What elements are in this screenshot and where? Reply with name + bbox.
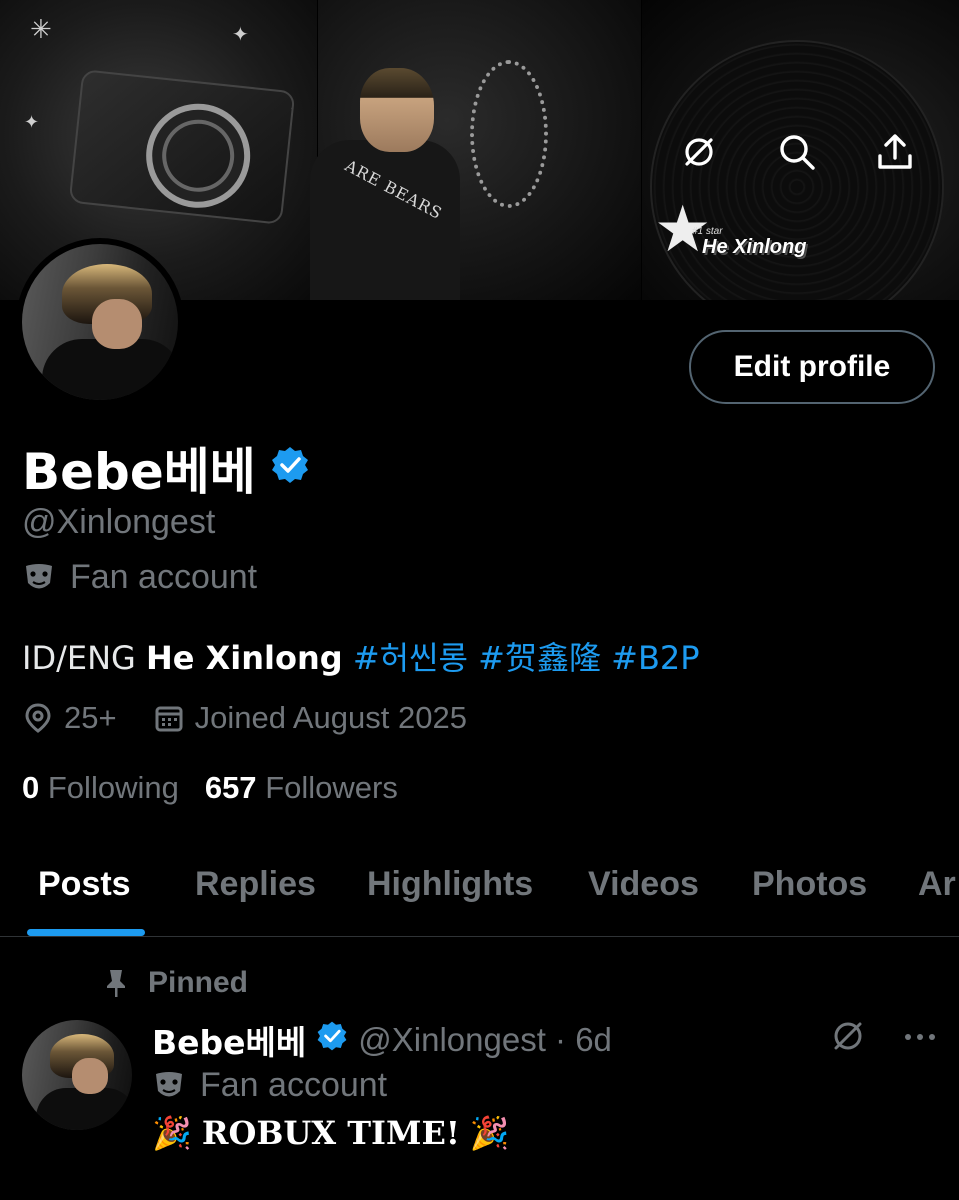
bio-prefix: ID/ENG xyxy=(22,639,146,677)
follow-stats: 0 Following 657 Followers xyxy=(22,770,398,806)
verified-badge-icon xyxy=(316,1020,348,1060)
avatar-image xyxy=(22,244,178,400)
banner-actions xyxy=(675,128,919,176)
theater-mask-icon xyxy=(152,1069,186,1103)
joined-item: Joined August 2025 xyxy=(153,700,467,736)
post-text: 🎉 ROBUX TIME! 🎉 xyxy=(152,1114,510,1152)
tab-articles[interactable]: Ar xyxy=(918,865,956,904)
tab-photos[interactable]: Photos xyxy=(752,865,867,904)
chain-image xyxy=(470,60,548,208)
joined-text: Joined August 2025 xyxy=(194,700,467,735)
sparkle-icon: ✳ xyxy=(30,14,52,44)
pinned-indicator: Pinned xyxy=(100,966,248,1000)
search-icon[interactable] xyxy=(773,128,821,176)
post-handle-time: @Xinlongest · 6d xyxy=(358,1021,612,1058)
followers-label: Followers xyxy=(265,770,398,805)
post-category-label: Fan account xyxy=(200,1066,388,1104)
post-author-name[interactable]: Bebe베베 xyxy=(152,1016,306,1064)
following-count: 0 xyxy=(22,770,40,805)
sticker-name-text: He Xinlong xyxy=(702,236,807,258)
display-name-row: Bebe베베 xyxy=(22,432,310,504)
profile-category: Fan account xyxy=(22,558,257,597)
profile-meta: 25+ Joined August 2025 xyxy=(22,700,489,736)
camera-image xyxy=(68,69,296,225)
grok-icon[interactable] xyxy=(675,128,723,176)
tabs-divider xyxy=(0,936,959,937)
location-pin-icon xyxy=(25,703,51,733)
he-xinlong-sticker: ★ #1 star He Xinlong xyxy=(652,193,822,280)
person-image: ARE BEARS xyxy=(300,40,500,300)
location-item: 25+ xyxy=(22,700,117,736)
following-label: Following xyxy=(47,770,179,805)
party-popper-icon: 🎉 xyxy=(152,1114,192,1152)
profile-avatar[interactable] xyxy=(16,238,184,406)
bio-hashtags[interactable]: #허씬롱 #贺鑫隆 #B2P xyxy=(343,639,700,677)
grok-icon[interactable] xyxy=(830,1018,866,1059)
theater-mask-icon xyxy=(22,561,56,595)
bio-bold-name: He Xinlong xyxy=(145,639,343,677)
tab-highlights[interactable]: Highlights xyxy=(367,865,533,904)
edit-profile-button[interactable]: Edit profile xyxy=(689,330,935,404)
followers-count: 657 xyxy=(204,770,257,805)
post-body: ROBUX TIME! xyxy=(201,1114,460,1152)
pinned-label: Pinned xyxy=(148,966,249,999)
share-icon[interactable] xyxy=(871,128,919,176)
location-text: 25+ xyxy=(64,700,117,735)
category-label: Fan account xyxy=(70,558,258,596)
more-options-icon[interactable] xyxy=(902,1030,938,1048)
profile-handle: @Xinlongest xyxy=(22,503,216,541)
post-actions xyxy=(830,1018,938,1059)
verified-badge-icon xyxy=(270,439,310,497)
party-popper-icon: 🎉 xyxy=(469,1114,510,1152)
tab-replies[interactable]: Replies xyxy=(195,865,316,904)
followers-link[interactable]: 657 Followers xyxy=(205,770,398,806)
active-tab-indicator xyxy=(27,929,145,936)
profile-bio: ID/ENG He Xinlong #허씬롱 #贺鑫隆 #B2P xyxy=(22,633,700,679)
tab-posts[interactable]: Posts xyxy=(38,865,131,904)
following-link[interactable]: 0 Following xyxy=(22,770,179,806)
pin-icon xyxy=(107,970,125,997)
post-author-avatar[interactable] xyxy=(22,1020,132,1130)
calendar-icon xyxy=(155,706,183,732)
sparkle-icon: ✦ xyxy=(24,112,40,132)
sparkle-icon: ✦ xyxy=(232,24,249,46)
post-category: Fan account xyxy=(152,1066,387,1105)
post-header: Bebe베베 @Xinlongest · 6d xyxy=(152,1016,612,1064)
tab-videos[interactable]: Videos xyxy=(588,865,699,904)
profile-tabs: Posts Replies Highlights Videos Photos A… xyxy=(0,845,959,935)
display-name: Bebe베베 xyxy=(22,443,256,501)
